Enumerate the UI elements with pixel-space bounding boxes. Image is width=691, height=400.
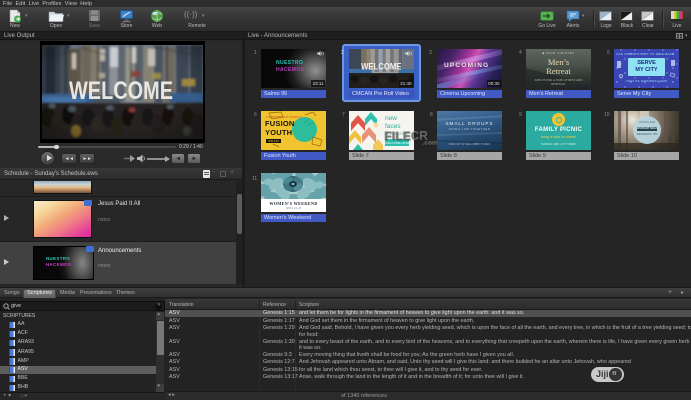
svg-text:WELCOME: WELCOME — [361, 61, 401, 71]
svg-text:WELCOME: WELCOME — [69, 77, 173, 105]
